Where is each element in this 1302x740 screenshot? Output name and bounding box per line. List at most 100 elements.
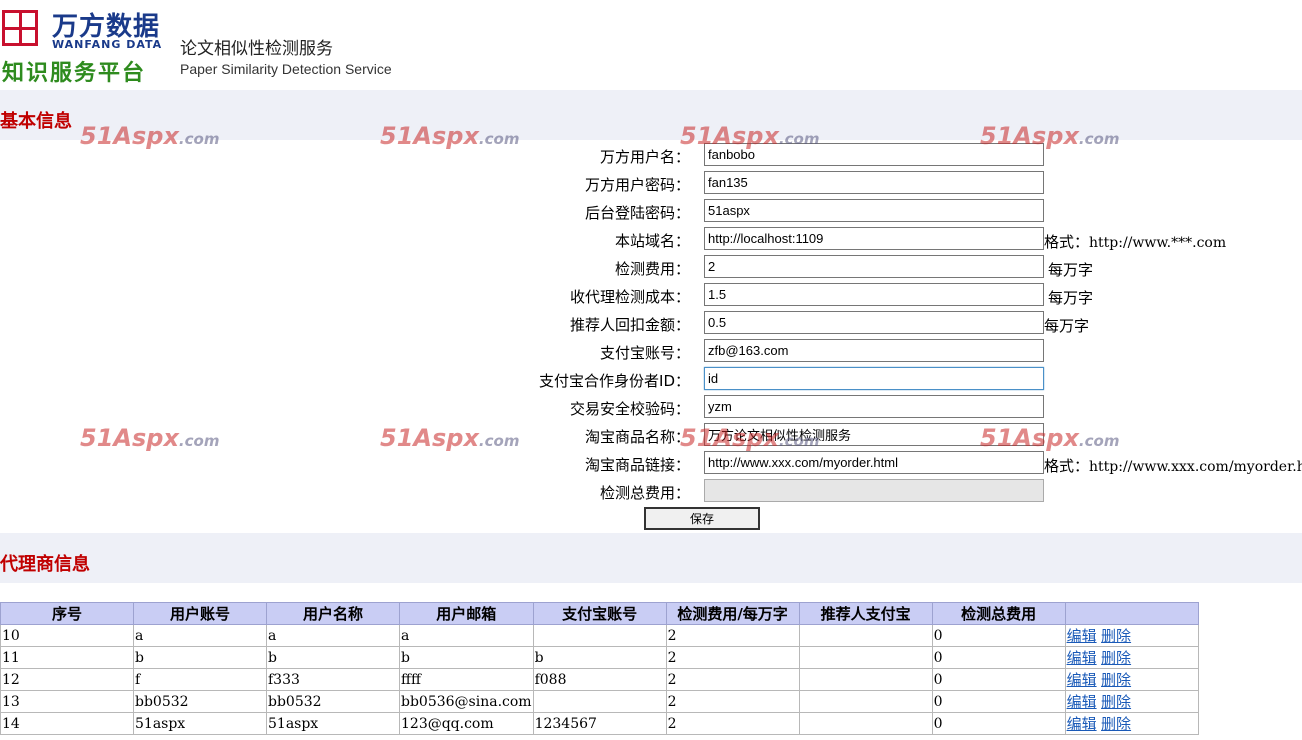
platform-title-cn: 知识服务平台 (2, 60, 147, 86)
table-cell: 2 (665, 624, 800, 647)
wanfang-username-label: 万方用户名： (599, 148, 690, 166)
watermark-suffix: .com (778, 432, 820, 450)
table-cell: 2 (665, 690, 800, 713)
agent-table: 序号 用户账号 用户名称 用户邮箱 支付宝账号 检测费用/每万字 推荐人支付宝 … (0, 602, 1199, 735)
table-cell: 0 (931, 668, 1066, 691)
watermark-text: 51Aspx (380, 424, 479, 452)
taobao-link-format-hint: 格式：http://www.xxx.com/myorder.html (1044, 455, 1302, 476)
delete-link[interactable]: 删除 (1101, 671, 1131, 689)
agent-info-section-bar (0, 533, 1302, 583)
table-cell: ffff (399, 668, 534, 691)
agent-info-title: 代理商信息 (0, 554, 90, 575)
watermark: 51Aspx.com (980, 424, 1119, 452)
table-cell: 1234567 (532, 712, 667, 735)
table-cell: 123@qq.com (399, 712, 534, 735)
col-header-referrer-alipay: 推荐人支付宝 (798, 602, 933, 625)
agent-cost-label: 收代理检测成本： (569, 288, 690, 306)
table-cell: 14 (0, 712, 134, 735)
table-cell: 13 (0, 690, 134, 713)
format-label: 格式： (1044, 457, 1090, 475)
table-row: 11 b b b b 2 0 编辑 删除 (0, 646, 1199, 669)
table-cell: b (399, 646, 534, 669)
col-header-name: 用户名称 (266, 602, 400, 625)
table-row: 13 bb0532 bb0532 bb0536@sina.com 2 0 编辑 … (0, 690, 1199, 713)
table-cell (532, 690, 667, 713)
form-row-admin-password: 后台登陆密码： (0, 199, 1302, 223)
security-code-input[interactable] (704, 395, 1044, 418)
format-example: http://www.xxx.com/myorder.html (1089, 459, 1302, 475)
form-row-alipay-account: 支付宝账号： (0, 339, 1302, 363)
wanfang-logo-icon (2, 10, 38, 46)
watermark: 51Aspx.com (680, 122, 819, 150)
table-cell (798, 712, 933, 735)
site-domain-label: 本站域名： (614, 232, 690, 250)
watermark-text: 51Aspx (80, 122, 179, 150)
edit-link[interactable]: 编辑 (1067, 649, 1097, 667)
site-domain-format-hint: 格式：http://www.***.com (1044, 231, 1226, 252)
watermark-suffix: .com (178, 130, 220, 148)
watermark-text: 51Aspx (980, 122, 1079, 150)
service-title-en: Paper Similarity Detection Service (180, 61, 392, 77)
col-header-index: 序号 (0, 602, 134, 625)
table-cell: a (133, 624, 267, 647)
detection-fee-input[interactable] (704, 255, 1044, 278)
watermark-suffix: .com (1078, 432, 1120, 450)
col-header-email: 用户邮箱 (399, 602, 534, 625)
table-cell-actions: 编辑 删除 (1064, 690, 1199, 713)
edit-link[interactable]: 编辑 (1067, 671, 1097, 689)
taobao-product-link-input[interactable] (704, 451, 1044, 474)
alipay-partner-id-input[interactable] (704, 367, 1044, 390)
watermark-suffix: .com (1078, 130, 1120, 148)
form-row-alipay-partner-id: 支付宝合作身份者ID： (0, 367, 1302, 391)
site-domain-input[interactable] (704, 227, 1044, 250)
delete-link[interactable]: 删除 (1101, 627, 1131, 645)
table-cell: 12 (0, 668, 134, 691)
table-cell: b (133, 646, 267, 669)
table-cell: f333 (266, 668, 400, 691)
table-cell: 51aspx (266, 712, 400, 735)
delete-link[interactable]: 删除 (1101, 649, 1131, 667)
table-cell-actions: 编辑 删除 (1064, 646, 1199, 669)
watermark-suffix: .com (478, 432, 520, 450)
watermark-suffix: .com (778, 130, 820, 148)
table-cell: 0 (931, 690, 1066, 713)
edit-link[interactable]: 编辑 (1067, 715, 1097, 733)
watermark: 51Aspx.com (380, 424, 519, 452)
save-button[interactable]: 保存 (644, 507, 760, 530)
format-label: 格式： (1044, 233, 1090, 251)
brand-name-en: WANFANG DATA (52, 38, 163, 51)
table-cell (532, 624, 667, 647)
watermark-text: 51Aspx (680, 424, 779, 452)
table-cell: b (266, 646, 400, 669)
watermark: 51Aspx.com (980, 122, 1119, 150)
table-cell: f088 (532, 668, 667, 691)
table-cell: bb0532 (266, 690, 400, 713)
watermark-text: 51Aspx (980, 424, 1079, 452)
table-cell-actions: 编辑 删除 (1064, 712, 1199, 735)
table-header-row: 序号 用户账号 用户名称 用户邮箱 支付宝账号 检测费用/每万字 推荐人支付宝 … (0, 602, 1199, 625)
edit-link[interactable]: 编辑 (1067, 627, 1097, 645)
agent-cost-input[interactable] (704, 283, 1044, 306)
col-header-total-fee: 检测总费用 (931, 602, 1066, 625)
table-row: 12 f f333 ffff f088 2 0 编辑 删除 (0, 668, 1199, 691)
watermark: 51Aspx.com (680, 424, 819, 452)
watermark-text: 51Aspx (80, 424, 179, 452)
table-cell: 0 (931, 712, 1066, 735)
admin-password-input[interactable] (704, 199, 1044, 222)
edit-link[interactable]: 编辑 (1067, 693, 1097, 711)
table-row: 14 51aspx 51aspx 123@qq.com 1234567 2 0 … (0, 712, 1199, 735)
security-code-label: 交易安全校验码： (569, 400, 690, 418)
table-cell: 11 (0, 646, 134, 669)
table-cell: 2 (665, 646, 800, 669)
table-cell (798, 646, 933, 669)
service-title-cn: 论文相似性检测服务 (180, 39, 333, 59)
delete-link[interactable]: 删除 (1101, 693, 1131, 711)
alipay-account-input[interactable] (704, 339, 1044, 362)
form-row-detection-fee: 检测费用： 每万字 (0, 255, 1302, 279)
table-cell: bb0532 (133, 690, 267, 713)
referrer-rebate-input[interactable] (704, 311, 1044, 334)
watermark: 51Aspx.com (80, 122, 219, 150)
wanfang-password-input[interactable] (704, 171, 1044, 194)
taobao-product-link-label: 淘宝商品链接： (584, 456, 690, 474)
delete-link[interactable]: 删除 (1101, 715, 1131, 733)
